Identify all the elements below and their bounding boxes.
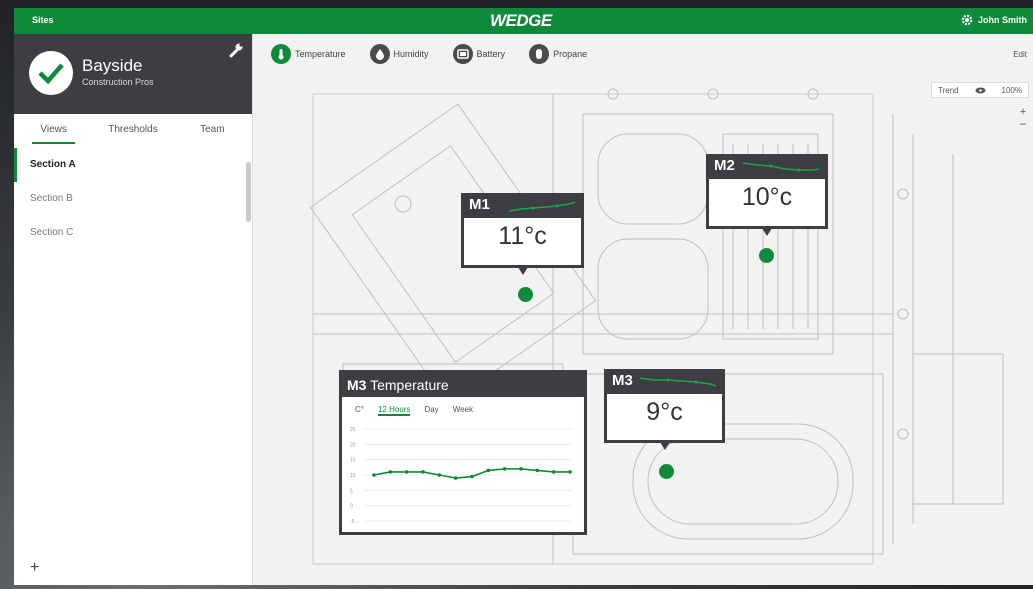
- range-tab-12-hours[interactable]: 12 Hours: [377, 405, 411, 416]
- temperature-line-chart: 25 20 15 10 5 0 -5: [350, 427, 572, 525]
- sidebar-item-section-c[interactable]: Section C: [14, 216, 246, 250]
- user-menu[interactable]: John Smith: [961, 14, 1027, 26]
- tab-humidity[interactable]: Humidity: [369, 44, 429, 64]
- y-tick-label: 25: [350, 427, 356, 433]
- y-tick-label: 5: [350, 488, 353, 494]
- sidebar-tabs: Views Thresholds Team: [14, 118, 252, 144]
- sidebar-scrollbar[interactable]: [246, 162, 251, 222]
- sensor-header: M3: [607, 372, 722, 394]
- chart-range-tabs: C° 12 Hours Day Week: [355, 405, 473, 416]
- tab-team[interactable]: Team: [173, 118, 252, 144]
- battery-icon: [452, 44, 473, 64]
- data-point: [404, 470, 409, 474]
- data-point: [388, 470, 393, 474]
- tab-battery[interactable]: Battery: [452, 44, 506, 64]
- add-icon[interactable]: +: [30, 559, 39, 577]
- sensor-id: M3: [612, 372, 633, 389]
- sensor-callout-m1[interactable]: M1 11°c: [461, 193, 584, 275]
- tab-thresholds[interactable]: Thresholds: [93, 118, 172, 144]
- sensor-value: 10°c: [741, 183, 793, 211]
- tab-label: Propane: [553, 49, 588, 59]
- data-point: [568, 470, 572, 474]
- chart-title: M3 Temperature: [342, 373, 584, 397]
- sparkline: [639, 377, 717, 387]
- sensor-header: M2: [709, 157, 825, 179]
- chart-metric: Temperature: [370, 377, 449, 393]
- data-point: [502, 467, 507, 471]
- y-tick-label: 15: [350, 458, 356, 464]
- map-area: Temperature Humidity Battery Propane Edi…: [253, 34, 1033, 585]
- tab-propane[interactable]: Propane: [529, 44, 587, 64]
- data-point: [437, 473, 442, 477]
- thermometer-icon: [271, 44, 291, 64]
- gear-icon: [961, 14, 973, 26]
- data-point: [421, 470, 425, 474]
- data-point: [453, 476, 458, 480]
- sensor-value: 9°c: [646, 398, 683, 426]
- section-list: Section A Section B Section C: [14, 148, 246, 250]
- unit-label: C°: [355, 405, 364, 414]
- y-tick-label: 10: [350, 473, 356, 479]
- sensor-value: 11°c: [498, 222, 547, 250]
- data-point: [535, 468, 540, 473]
- callout-pointer: [659, 442, 670, 450]
- range-tab-day[interactable]: Day: [424, 405, 438, 416]
- data-point: [519, 467, 523, 471]
- sensor-marker-m3[interactable]: [659, 464, 674, 479]
- tab-label: Temperature: [295, 49, 346, 59]
- sensor-callout-m3[interactable]: M3 9°c: [604, 369, 725, 450]
- app-window: Sites WEDGE John Smith Bayside Construct…: [14, 8, 1033, 585]
- data-point: [470, 474, 474, 479]
- callout-pointer: [517, 267, 528, 275]
- tab-label: Humidity: [393, 49, 429, 59]
- sensor-id: M1: [469, 196, 490, 213]
- sensor-header: M1: [464, 196, 581, 218]
- site-card: Bayside Construction Pros: [14, 34, 252, 114]
- data-point: [486, 468, 491, 473]
- sidebar-item-section-b[interactable]: Section B: [14, 182, 246, 216]
- sidebar: Bayside Construction Pros Views Threshol…: [14, 34, 253, 585]
- tab-temperature[interactable]: Temperature: [271, 44, 346, 64]
- sensor-callout-m2[interactable]: M2 10°c: [706, 154, 828, 236]
- y-tick-label: -5: [350, 519, 355, 525]
- callout-pointer: [762, 228, 772, 236]
- tab-label: Battery: [476, 49, 506, 59]
- site-name: Bayside: [82, 56, 143, 75]
- top-bar: Sites WEDGE John Smith: [14, 8, 1033, 34]
- sparkline: [508, 201, 576, 212]
- sparkline: [742, 162, 820, 172]
- user-name: John Smith: [978, 15, 1027, 25]
- sensor-marker-m1[interactable]: [518, 287, 533, 302]
- metric-tabs: Temperature Humidity Battery Propane: [271, 44, 587, 64]
- propane-tank-icon: [529, 44, 550, 64]
- tab-views[interactable]: Views: [14, 118, 93, 144]
- check-icon: [29, 51, 73, 95]
- edit-button[interactable]: Edit: [1013, 50, 1027, 59]
- chart-sensor-id: M3: [347, 377, 367, 393]
- sensor-marker-m2[interactable]: [759, 248, 774, 263]
- droplet-icon: [369, 44, 390, 64]
- data-point: [551, 470, 556, 474]
- range-tab-week[interactable]: Week: [453, 405, 473, 416]
- y-tick-label: 0: [350, 504, 353, 510]
- app-logo: WEDGE: [490, 11, 552, 30]
- sites-link[interactable]: Sites: [32, 15, 54, 25]
- y-tick-label: 20: [350, 442, 356, 448]
- data-point: [372, 473, 376, 477]
- wrench-icon[interactable]: [228, 42, 244, 58]
- site-subtitle: Construction Pros: [82, 77, 154, 87]
- sensor-id: M2: [714, 157, 735, 174]
- sidebar-item-section-a[interactable]: Section A: [14, 148, 246, 182]
- temperature-chart-panel: M3 Temperature C° 12 Hours Day Week 25 20…: [339, 370, 587, 535]
